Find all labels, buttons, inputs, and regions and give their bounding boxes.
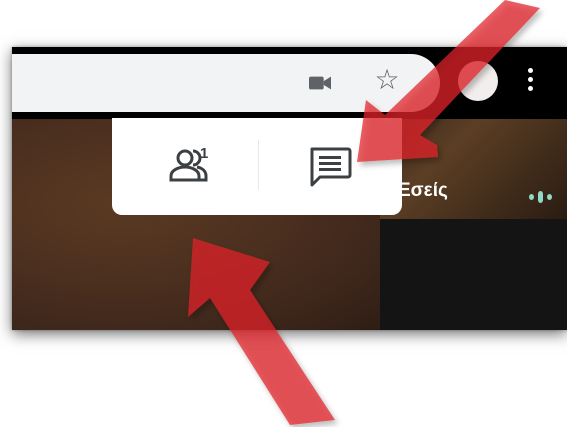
people-count-badge: 1 bbox=[200, 145, 209, 162]
bookmark-star-icon[interactable]: ☆ bbox=[372, 65, 402, 95]
secondary-video-feed bbox=[380, 119, 567, 219]
video-camera-icon[interactable] bbox=[309, 74, 331, 92]
chat-icon[interactable] bbox=[300, 140, 360, 192]
self-video-tile bbox=[380, 219, 567, 330]
more-options-icon[interactable] bbox=[526, 65, 534, 99]
people-icon[interactable] bbox=[155, 140, 219, 192]
panel-divider bbox=[258, 140, 259, 190]
participant-name-label: Εσείς bbox=[398, 180, 448, 201]
audio-level-icon bbox=[529, 191, 552, 203]
profile-avatar[interactable] bbox=[458, 61, 498, 101]
